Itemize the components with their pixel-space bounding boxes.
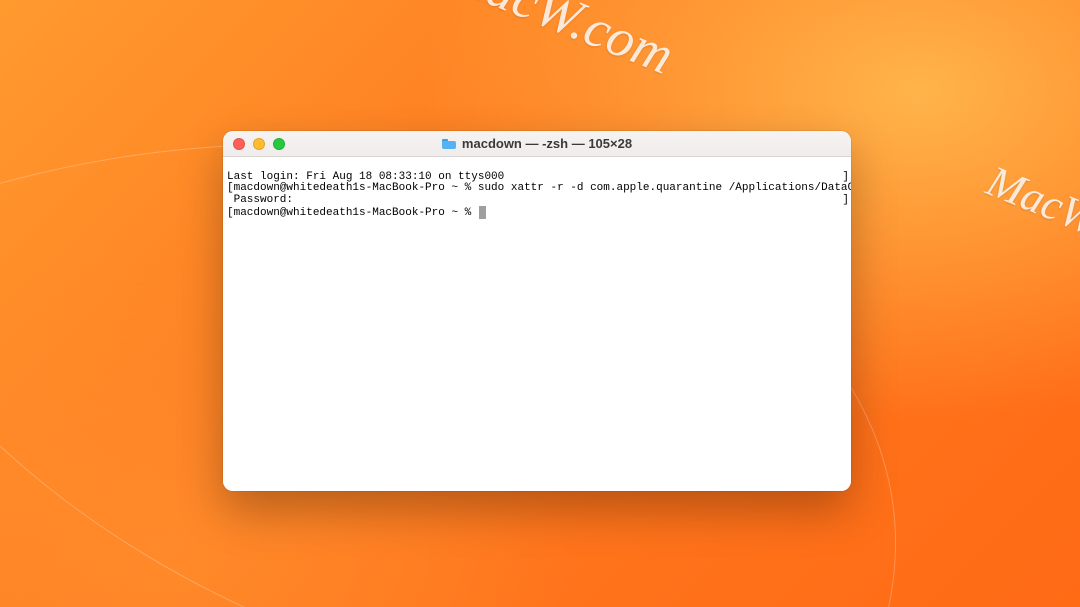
titlebar[interactable]: macdown — -zsh — 105×28 (223, 131, 851, 157)
right-bracket-2: ] (842, 195, 849, 207)
prompt-2: macdown@whitedeath1s-MacBook-Pro ~ % (234, 207, 478, 219)
terminal-line-prompt2: [macdown@whitedeath1s-MacBook-Pro ~ % (227, 206, 847, 220)
watermark-right: MacW (980, 155, 1080, 245)
terminal-body[interactable]: Last login: Fri Aug 18 08:33:10 on ttys0… (223, 157, 851, 491)
command-1: sudo xattr -r -d com.apple.quarantine /A… (478, 182, 851, 194)
watermark-top: MacW.com (437, 0, 682, 87)
zoom-icon[interactable] (273, 138, 285, 150)
left-bracket-2: [ (227, 207, 234, 219)
folder-icon (442, 138, 456, 149)
close-icon[interactable] (233, 138, 245, 150)
window-title-text: macdown — -zsh — 105×28 (462, 136, 632, 151)
traffic-lights (223, 138, 285, 150)
window-title: macdown — -zsh — 105×28 (223, 136, 851, 151)
left-bracket: [ (227, 182, 234, 194)
terminal-line-cmd: [macdown@whitedeath1s-MacBook-Pro ~ % su… (227, 183, 847, 195)
right-bracket-1: ] (842, 172, 849, 184)
prompt-1: macdown@whitedeath1s-MacBook-Pro ~ % (234, 182, 478, 194)
terminal-line-password: Password: (227, 195, 847, 207)
cursor-icon (479, 206, 486, 219)
terminal-window[interactable]: macdown — -zsh — 105×28 Last login: Fri … (223, 131, 851, 491)
minimize-icon[interactable] (253, 138, 265, 150)
